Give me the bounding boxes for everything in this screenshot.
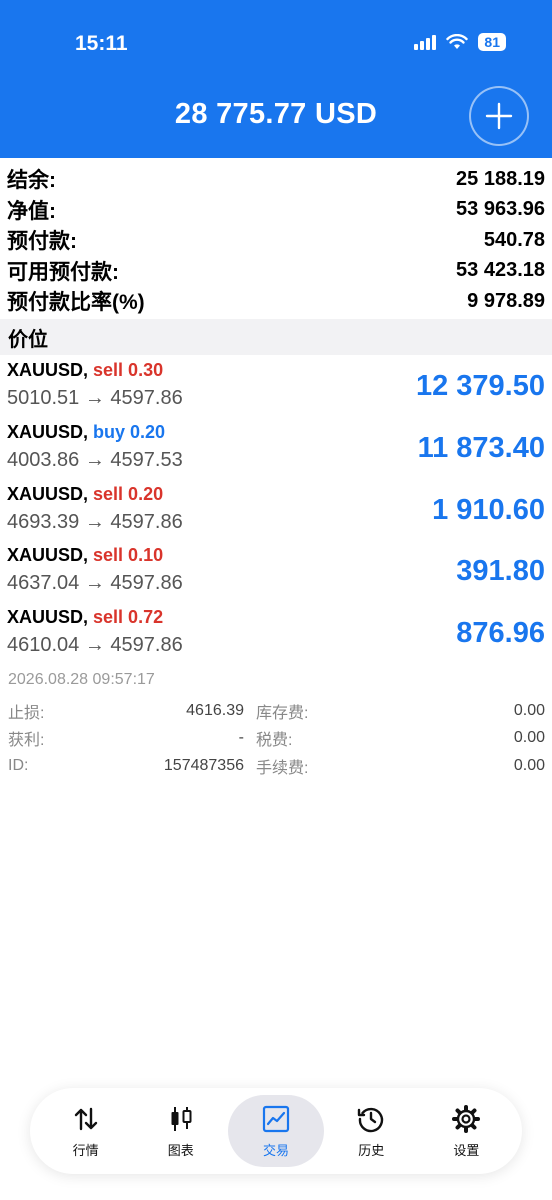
position-symbol: XAUUSD, (7, 421, 89, 442)
position-row[interactable]: XAUUSD, sell 0.30 5010.51 → 4597.86 12 3… (0, 355, 552, 417)
swap-value: 0.00 (513, 701, 545, 719)
position-prices: 4637.04 → 4597.86 (7, 572, 183, 595)
position-symbol: XAUUSD, (7, 607, 89, 628)
position-open-time: 2026.08.28 09:57:17 (8, 671, 155, 688)
position-symbol: XAUUSD, (7, 483, 89, 504)
position-profit: 11 873.40 (417, 431, 545, 464)
position-detail: 2026.08.28 09:57:17 止损: 4616.39 库存费: 0.0… (0, 668, 552, 780)
summary-value: 9 978.89 (467, 289, 545, 312)
nav-label: 交易 (263, 1142, 290, 1158)
position-prices: 5010.51 → 4597.86 (7, 387, 183, 409)
add-order-button[interactable] (469, 86, 529, 146)
summary-value: 53 423.18 (456, 259, 545, 282)
position-prices: 4693.39 → 4597.86 (7, 510, 183, 533)
swap-label: 库存费: (256, 704, 309, 722)
nav-label: 行情 (72, 1142, 99, 1158)
take-profit-label: 获利: (8, 732, 45, 750)
position-side-volume: sell 0.10 (93, 545, 164, 566)
nav-item-history[interactable]: 历史 (324, 1095, 419, 1167)
position-profit: 391.80 (456, 555, 545, 588)
summary-row-margin-level: 预付款比率(%) 9 978.89 (0, 286, 552, 317)
position-profit: 12 379.50 (415, 370, 545, 402)
positions-section-header: 价位 (0, 319, 552, 355)
nav-label: 图表 (167, 1142, 194, 1158)
battery-indicator: 81 (478, 33, 506, 51)
tax-label: 税费: (256, 732, 293, 750)
nav-item-trade[interactable]: 交易 (228, 1095, 324, 1167)
id-label: ID: (8, 756, 29, 774)
nav-item-charts[interactable]: 图表 (133, 1095, 228, 1167)
trade-chart-icon (262, 1105, 290, 1132)
swap-arrows-icon (74, 1107, 97, 1130)
position-profit: 1 910.60 (432, 493, 545, 526)
position-side-volume: sell 0.72 (93, 607, 164, 628)
position-side-volume: sell 0.30 (93, 360, 164, 380)
summary-label: 结余: (7, 169, 56, 193)
position-row[interactable]: XAUUSD, sell 0.20 4693.39 → 4597.86 1 91… (0, 479, 552, 541)
summary-label: 预付款: (7, 230, 77, 254)
tax-value: 0.00 (513, 729, 545, 747)
candlestick-icon (171, 1106, 192, 1131)
position-prices: 4003.86 → 4597.53 (7, 448, 183, 471)
position-symbol: XAUUSD, (7, 545, 89, 566)
gear-icon (452, 1104, 481, 1133)
position-side-volume: sell 0.20 (93, 483, 164, 504)
position-side-volume: buy 0.20 (93, 421, 166, 442)
position-row-expanded[interactable]: XAUUSD, sell 0.72 4610.04 → 4597.86 876.… (0, 602, 552, 664)
position-prices: 4610.04 → 4597.86 (7, 634, 183, 657)
top-bar: 15:11 81 28 775.77 USD (0, 0, 552, 158)
nav-label: 设置 (453, 1142, 480, 1158)
plus-icon (485, 102, 513, 130)
detail-row: 获利: - 税费: 0.00 (0, 725, 552, 753)
bottom-nav: 行情 图表 交易 历史 设置 (30, 1088, 522, 1174)
stop-loss-value: 4616.39 (186, 701, 244, 719)
detail-row: 止损: 4616.39 库存费: 0.00 (0, 697, 552, 725)
summary-row-free-margin: 可用预付款: 53 423.18 (0, 256, 552, 287)
positions-list: XAUUSD, sell 0.30 5010.51 → 4597.86 12 3… (0, 355, 552, 664)
nav-item-quotes[interactable]: 行情 (38, 1095, 133, 1167)
commission-label: 手续费: (256, 759, 309, 777)
position-symbol: XAUUSD, (7, 360, 89, 380)
status-icons: 81 (414, 33, 506, 51)
nav-item-settings[interactable]: 设置 (419, 1095, 514, 1167)
summary-value: 540.78 (483, 228, 545, 251)
position-detail-grid: 止损: 4616.39 库存费: 0.00 获利: - 税费: 0.00 ID:… (0, 697, 552, 780)
summary-label: 可用预付款: (7, 260, 119, 284)
account-summary: 结余: 25 188.19 净值: 53 963.96 预付款: 540.78 … (0, 164, 552, 317)
summary-value: 53 963.96 (456, 198, 545, 221)
detail-row: ID: 157487356 手续费: 0.00 (0, 752, 552, 780)
position-profit: 876.96 (456, 617, 545, 650)
summary-row-equity: 净值: 53 963.96 (0, 195, 552, 226)
position-row[interactable]: XAUUSD, buy 0.20 4003.86 → 4597.53 11 87… (0, 417, 552, 479)
status-time: 15:11 (75, 32, 128, 55)
summary-value: 25 188.19 (456, 167, 545, 190)
summary-label: 净值: (7, 199, 56, 223)
history-clock-icon (358, 1107, 384, 1132)
position-row[interactable]: XAUUSD, sell 0.10 4637.04 → 4597.86 391.… (0, 540, 552, 602)
summary-label: 预付款比率(%) (7, 291, 145, 315)
wifi-icon (446, 34, 469, 49)
stop-loss-label: 止损: (8, 704, 45, 722)
commission-value: 0.00 (513, 756, 545, 774)
id-value: 157487356 (163, 756, 244, 774)
cellular-signal-icon (414, 34, 437, 50)
nav-label: 历史 (358, 1142, 385, 1158)
take-profit-value: - (238, 729, 244, 747)
summary-row-balance: 结余: 25 188.19 (0, 164, 552, 195)
summary-row-margin: 预付款: 540.78 (0, 225, 552, 256)
